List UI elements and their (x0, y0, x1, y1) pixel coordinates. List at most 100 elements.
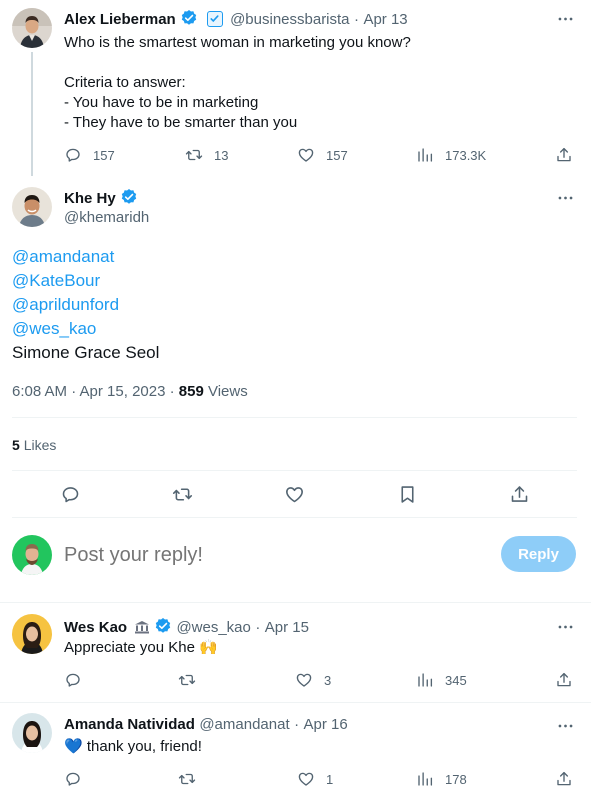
retweet-count: 13 (214, 147, 229, 163)
author-name[interactable]: Alex Lieberman (64, 11, 176, 28)
verified-badge-icon (154, 617, 172, 635)
mention-link[interactable]: @wes_kao (12, 317, 159, 341)
divider (0, 602, 591, 603)
tweet-text: @amandanat @KateBour @aprildunford @wes_… (12, 245, 159, 365)
retweet-icon (172, 484, 193, 505)
reply-action[interactable] (64, 671, 93, 689)
views-icon (416, 671, 434, 689)
retweet-icon (185, 146, 203, 164)
reply-icon (64, 770, 82, 788)
share-button[interactable] (509, 484, 530, 505)
tweet-timestamp[interactable]: 6:08 AM · Apr 15, 2023 · (12, 383, 175, 400)
reply-action[interactable] (64, 770, 93, 788)
mention-link[interactable]: @amandanat (12, 245, 159, 269)
views-action[interactable]: 345 (416, 671, 467, 689)
share-icon (555, 146, 573, 164)
retweet-icon (178, 671, 196, 689)
like-icon (297, 770, 315, 788)
reply-button[interactable] (60, 484, 81, 505)
views-label: Views (207, 383, 248, 400)
avatar[interactable] (12, 8, 52, 48)
tweet-text-line: Simone Grace Seol (12, 343, 160, 362)
share-action[interactable] (555, 770, 573, 788)
author-name[interactable]: Wes Kao (64, 619, 127, 636)
like-icon (295, 671, 313, 689)
bank-icon (134, 620, 150, 634)
reply-count: 157 (93, 147, 115, 163)
views-count: 178 (445, 771, 467, 787)
like-count: 1 (326, 771, 334, 787)
verified-badge-icon (180, 9, 198, 27)
avatar[interactable] (12, 614, 52, 654)
more-options-icon[interactable] (556, 9, 575, 29)
author-name[interactable]: Amanda Natividad (64, 716, 195, 733)
separator: · (294, 716, 300, 733)
like-count: 157 (326, 147, 348, 163)
tweet-metadata: 6:08 AM · Apr 15, 2023 · 859 Views (12, 383, 248, 400)
current-user-avatar[interactable] (12, 535, 52, 575)
thread-line (31, 52, 33, 176)
divider (0, 702, 591, 703)
divider (12, 517, 577, 518)
retweet-button[interactable] (172, 484, 193, 505)
tweet-text: Appreciate you Khe 🙌 (64, 639, 218, 656)
divider (12, 417, 577, 418)
reply-action[interactable]: 157 (64, 146, 115, 164)
views-action[interactable]: 178 (416, 770, 467, 788)
tweet-date[interactable]: Apr 15 (265, 619, 309, 636)
tweet-text: 💙 thank you, friend! (64, 738, 202, 755)
affiliation-badge-icon (206, 11, 223, 27)
author-handle[interactable]: @amandanat (199, 716, 289, 733)
views-count: 173.3K (445, 147, 487, 163)
like-action[interactable]: 1 (297, 770, 333, 788)
separator: · (255, 619, 261, 636)
like-button[interactable] (284, 484, 305, 505)
share-icon (555, 770, 573, 788)
mention-link[interactable]: @aprildunford (12, 293, 159, 317)
share-action[interactable] (555, 146, 573, 164)
separator: · (353, 11, 359, 28)
tweet-header: Wes Kao @wes_kao · Apr 15 (64, 617, 309, 637)
author-name[interactable]: Khe Hy (64, 190, 116, 207)
reply-submit-button[interactable]: Reply (501, 536, 576, 572)
views-count: 859 (178, 383, 204, 400)
reply-input[interactable] (64, 541, 484, 569)
more-options-icon[interactable] (556, 188, 575, 208)
tweet-header: Alex Lieberman @businessbarista · Apr 13 (64, 9, 408, 29)
reply-icon (64, 671, 82, 689)
author-handle[interactable]: @khemaridh (64, 209, 149, 226)
tweet-text: Who is the smartest woman in marketing y… (64, 34, 411, 131)
author-handle[interactable]: @wes_kao (176, 619, 250, 636)
mention-link[interactable]: @KateBour (12, 269, 159, 293)
tweet-date[interactable]: Apr 16 (304, 716, 348, 733)
views-action[interactable]: 173.3K (416, 146, 486, 164)
more-options-icon[interactable] (556, 716, 575, 736)
tweet-header: Khe Hy (64, 188, 138, 208)
verified-badge-icon (120, 188, 138, 206)
bookmark-icon (397, 484, 418, 505)
retweet-action[interactable] (178, 671, 207, 689)
likes-count: 5 (12, 437, 20, 453)
avatar[interactable] (12, 713, 52, 753)
retweet-icon (178, 770, 196, 788)
views-icon (416, 146, 434, 164)
divider (12, 470, 577, 471)
author-handle[interactable]: @businessbarista (230, 11, 349, 28)
share-icon (509, 484, 530, 505)
like-count: 3 (324, 672, 332, 688)
reply-icon (64, 146, 82, 164)
more-options-icon[interactable] (556, 617, 575, 637)
share-icon (555, 671, 573, 689)
bookmark-button[interactable] (397, 484, 418, 505)
like-action[interactable]: 3 (295, 671, 331, 689)
retweet-action[interactable] (178, 770, 207, 788)
retweet-action[interactable]: 13 (185, 146, 228, 164)
tweet-date[interactable]: Apr 13 (363, 11, 407, 28)
avatar[interactable] (12, 187, 52, 227)
views-count: 345 (445, 672, 467, 688)
like-action[interactable]: 157 (297, 146, 348, 164)
share-action[interactable] (555, 671, 573, 689)
likes-label: Likes (23, 437, 57, 453)
likes-summary[interactable]: 5 Likes (12, 437, 56, 453)
views-icon (416, 770, 434, 788)
